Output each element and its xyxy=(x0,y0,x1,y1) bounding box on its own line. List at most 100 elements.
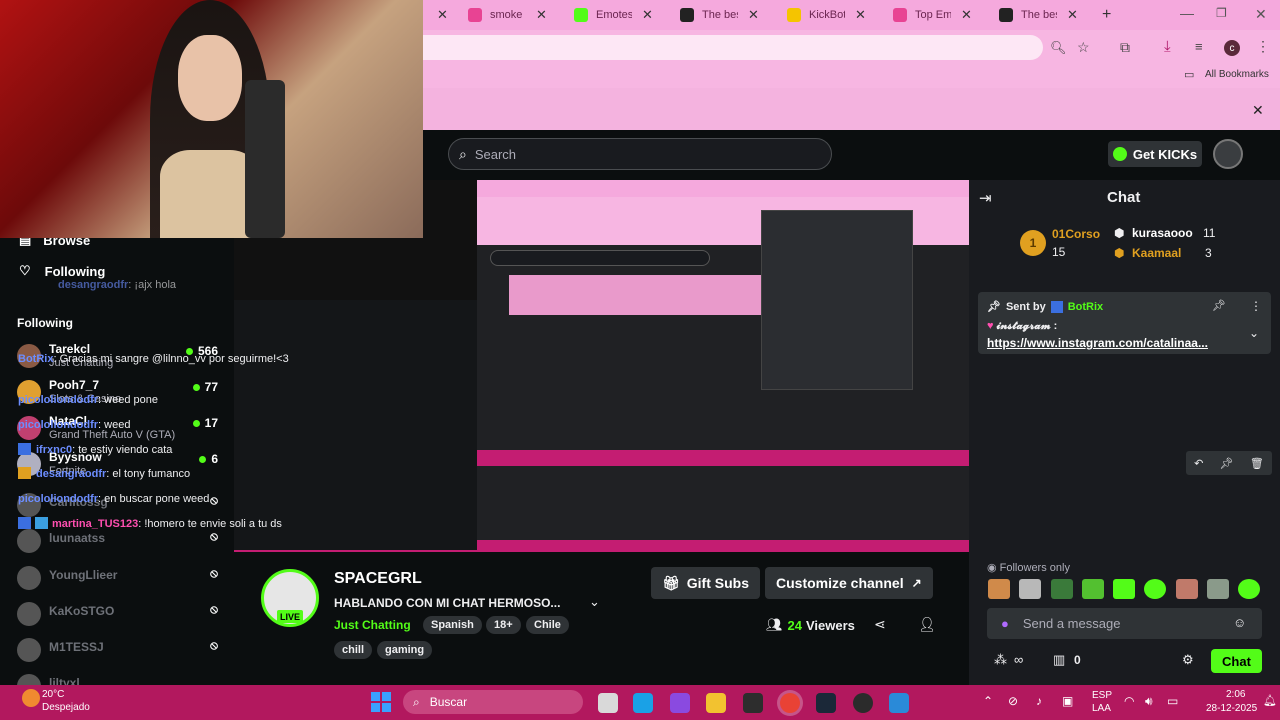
channel-name[interactable]: SPACEGRL xyxy=(334,570,422,588)
chat-message-input[interactable]: ● Send a message xyxy=(987,608,1262,639)
channel-points-icon[interactable]: ⁂ xyxy=(994,652,1007,668)
emote[interactable] xyxy=(1113,579,1135,599)
tag-chip[interactable]: gaming xyxy=(377,641,433,659)
tab-close-icon[interactable]: ✕ xyxy=(1067,7,1078,23)
leaderboard-name[interactable]: 01Corso xyxy=(1052,227,1100,241)
tag-chip[interactable]: 18+ xyxy=(486,616,521,634)
download-icon[interactable]: ⤓ xyxy=(1164,38,1171,55)
language-indicator[interactable]: ESP xyxy=(1092,690,1112,701)
windows-start-icon[interactable] xyxy=(371,692,391,712)
tab-close-icon[interactable]: ✕ xyxy=(642,7,653,23)
tray-mic-icon[interactable]: ♪ xyxy=(1036,694,1042,708)
emote[interactable] xyxy=(988,579,1010,599)
browser-tab[interactable]: Emotes - K✕ xyxy=(574,4,653,26)
tab-close-icon[interactable]: ✕ xyxy=(855,7,866,23)
browser-menu-icon[interactable]: ⋮ xyxy=(1256,38,1270,55)
emote[interactable] xyxy=(1238,579,1260,599)
pin-icon[interactable]: 📌︎ xyxy=(1220,457,1234,470)
search-input[interactable]: ⌕ Search xyxy=(448,138,832,170)
pinned-link[interactable]: https://www.instagram.com/catalinaa... xyxy=(987,336,1237,350)
wifi-icon[interactable]: ◠ xyxy=(1124,694,1134,708)
emote[interactable] xyxy=(1050,579,1073,599)
expand-icon[interactable]: ⌄ xyxy=(1249,326,1259,340)
category-link[interactable]: Just Chatting xyxy=(334,618,411,632)
gift-subs-button[interactable]: 🎁︎ Gift Subs xyxy=(651,567,761,599)
unpin-icon[interactable]: 📌︎ xyxy=(1212,299,1226,312)
maximize-icon[interactable]: ❐ xyxy=(1216,6,1227,20)
steam-icon[interactable] xyxy=(816,693,836,713)
task-view-icon[interactable] xyxy=(598,693,618,713)
leaderboard-name[interactable]: kurasaooo xyxy=(1132,226,1193,240)
edge-icon[interactable] xyxy=(633,693,653,713)
extensions-icon[interactable]: ⧉ xyxy=(1120,39,1130,56)
chrome-icon[interactable] xyxy=(780,693,800,713)
tab-close-icon[interactable]: ✕ xyxy=(437,7,448,23)
app-icon[interactable] xyxy=(889,693,909,713)
media-icon[interactable]: ≡ xyxy=(1195,39,1203,54)
more-icon[interactable]: ⋮ xyxy=(1250,299,1262,313)
notification-bell-icon[interactable]: 🔔︎ xyxy=(1263,694,1277,707)
emote[interactable] xyxy=(1206,579,1229,599)
tray-chevron-icon[interactable]: ⌃ xyxy=(983,694,993,708)
emote[interactable] xyxy=(1081,579,1104,599)
close-window-icon[interactable]: ✕ xyxy=(1255,6,1267,23)
following-channel-offline[interactable]: liltyxl xyxy=(17,674,222,685)
taskbar-search[interactable]: ⌕ Buscar xyxy=(403,690,583,714)
file-explorer-icon[interactable] xyxy=(706,693,726,713)
omnibox[interactable] xyxy=(423,35,1043,60)
bookmark-star-icon[interactable]: ☆ xyxy=(1077,39,1090,56)
user-avatar[interactable] xyxy=(1213,139,1243,169)
gift-box-icon[interactable]: ▥ xyxy=(1053,652,1065,668)
new-tab-icon[interactable]: + xyxy=(1102,6,1111,24)
banner-close-icon[interactable]: ✕ xyxy=(1252,102,1264,119)
emote[interactable] xyxy=(1019,579,1042,599)
stream-title: HABLANDO CON MI CHAT HERMOSO... xyxy=(334,596,561,610)
browser-tab[interactable]: KickBot AI✕ xyxy=(787,4,866,26)
chat-send-button[interactable]: Chat xyxy=(1211,649,1262,673)
following-channel-offline[interactable]: luunaatss ⦸ xyxy=(17,529,222,563)
get-kicks-button[interactable]: Get KICKs xyxy=(1108,141,1202,167)
collapse-chat-icon[interactable]: ⇥ xyxy=(979,189,992,207)
follow-user-icon[interactable]: 👤︎ xyxy=(918,616,936,633)
emoji-icon[interactable]: ☺ xyxy=(1233,615,1246,630)
tag-chip[interactable]: Chile xyxy=(526,616,569,634)
tag-chip[interactable]: Spanish xyxy=(423,616,482,634)
following-channel-offline[interactable]: M1TESSJ ⦸ xyxy=(17,638,222,672)
settings-gear-icon[interactable]: ⚙ xyxy=(1182,652,1194,668)
browser-tab[interactable]: Top Emote✕ xyxy=(893,4,972,26)
chevron-down-icon[interactable]: ⌄ xyxy=(589,594,600,610)
delete-icon[interactable]: 🗑︎ xyxy=(1250,457,1264,470)
volume-icon[interactable]: 🔊︎ xyxy=(1145,694,1153,709)
browser-tab[interactable]: smoke - 7✕ xyxy=(468,4,547,26)
store-icon[interactable] xyxy=(743,693,763,713)
all-bookmarks-link[interactable]: All Bookmarks xyxy=(1205,69,1269,80)
tag-chip[interactable]: chill xyxy=(334,641,373,659)
emote[interactable] xyxy=(1175,579,1198,599)
share-icon[interactable]: ⋖ xyxy=(874,616,886,633)
browser-tab[interactable]: The best C✕ xyxy=(680,4,759,26)
tray-app-icon[interactable]: ⊘ xyxy=(1008,694,1018,708)
following-channel-offline[interactable]: KaKoSTGO ⦸ xyxy=(17,602,222,636)
browser-tab-active[interactable]: The best C✕ xyxy=(999,4,1078,26)
weather-icon[interactable] xyxy=(22,689,40,707)
emote[interactable] xyxy=(1144,579,1167,599)
weather-temp[interactable]: 20°C xyxy=(42,689,64,700)
clock-time[interactable]: 2:06 xyxy=(1226,689,1245,700)
tab-close-icon[interactable]: ✕ xyxy=(536,7,547,23)
sidebar-following[interactable]: ♡ Following xyxy=(19,263,105,279)
badge-icon xyxy=(18,443,31,455)
battery-icon[interactable]: ▭ xyxy=(1167,694,1178,708)
tray-app-icon[interactable]: ▣ xyxy=(1062,694,1073,708)
profile-avatar[interactable]: c xyxy=(1224,40,1240,56)
minimize-icon[interactable]: — xyxy=(1180,5,1194,21)
leaderboard-name[interactable]: Kaamaal xyxy=(1132,246,1181,260)
infinity-icon[interactable]: ∞ xyxy=(1014,652,1023,667)
reply-icon[interactable]: ↶ xyxy=(1194,457,1203,470)
zoom-icon[interactable]: 🔍︎ xyxy=(1050,40,1067,56)
tab-close-icon[interactable]: ✕ xyxy=(748,7,759,23)
tab-close-icon[interactable]: ✕ xyxy=(961,7,972,23)
copilot-icon[interactable] xyxy=(670,693,690,713)
obs-icon[interactable] xyxy=(853,693,873,713)
following-channel-offline[interactable]: YoungLlieer ⦸ xyxy=(17,566,222,600)
customize-channel-button[interactable]: Customize channel ↗ xyxy=(765,567,933,599)
